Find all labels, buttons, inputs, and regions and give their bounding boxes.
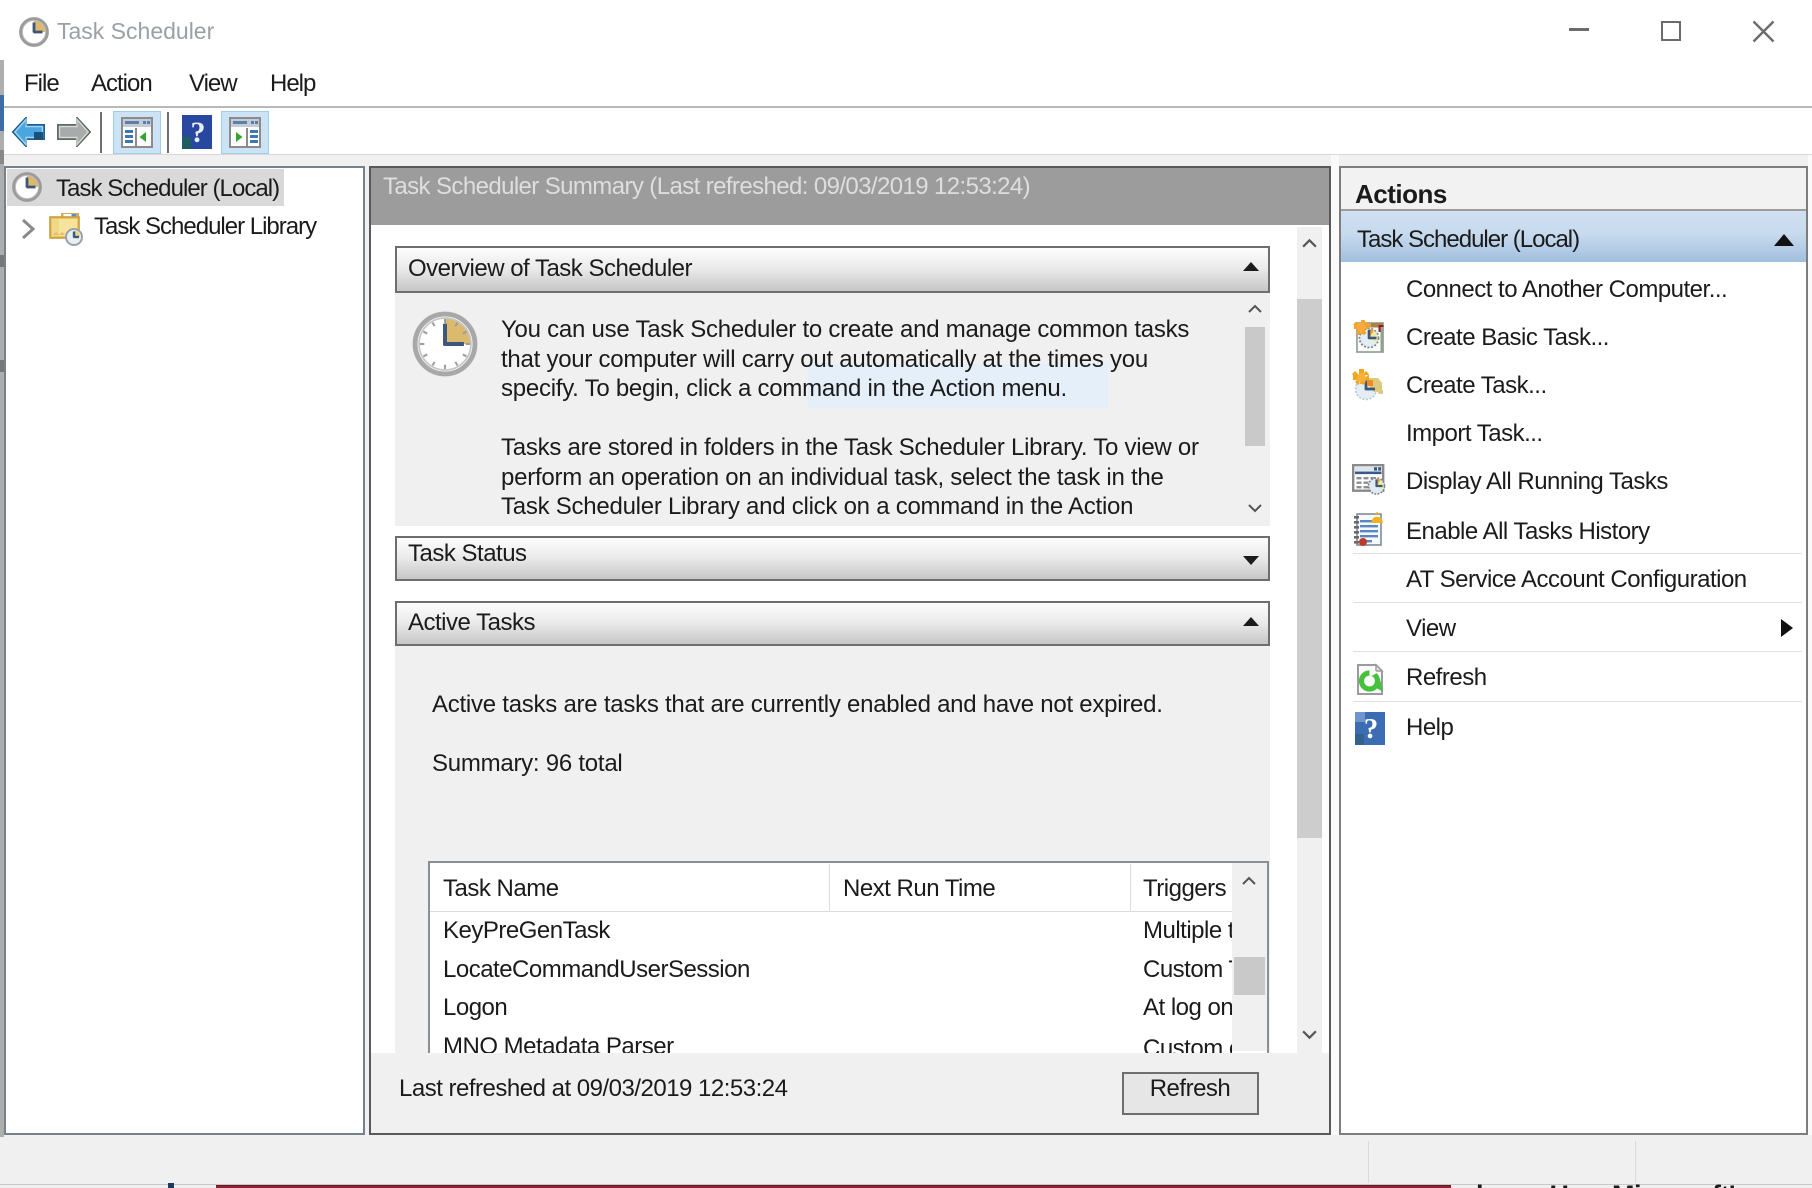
svg-text:?: ? (191, 116, 206, 149)
svg-text:?: ? (1364, 713, 1379, 745)
